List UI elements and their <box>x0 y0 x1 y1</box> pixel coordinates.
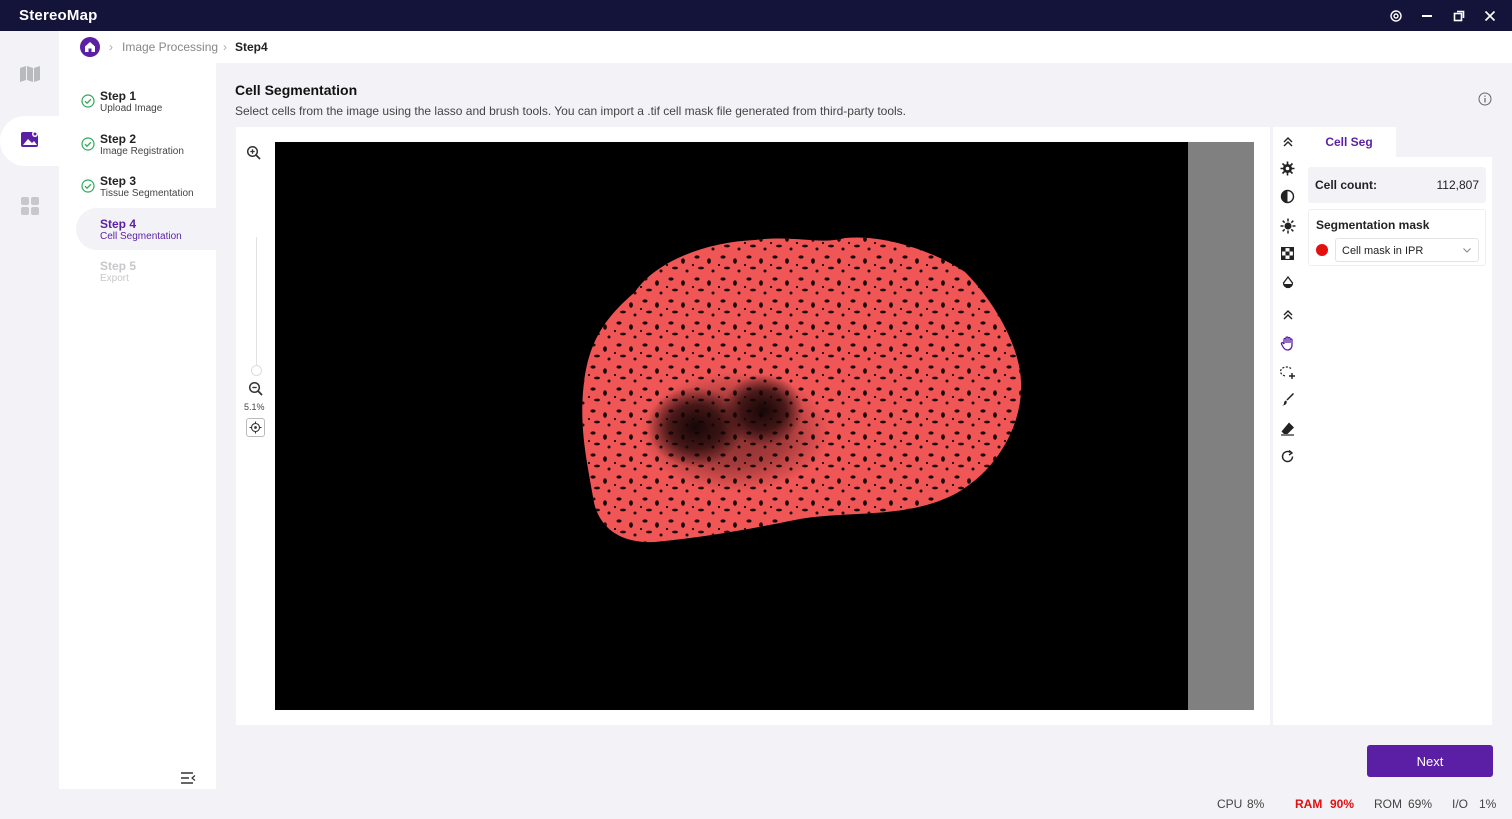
checkerboard-icon[interactable] <box>1278 244 1297 263</box>
chevron-down-icon <box>1463 248 1471 253</box>
mask-select-value: Cell mask in IPR <box>1342 245 1424 257</box>
breadcrumb-image-processing[interactable]: Image Processing <box>122 40 218 54</box>
main-content: Cell Segmentation Select cells from the … <box>216 63 1512 789</box>
home-button[interactable] <box>80 37 100 57</box>
chevron-right-icon: › <box>109 40 113 54</box>
step-navigation: Step 1 Upload Image Step 2 Image Registr… <box>59 63 216 789</box>
step-desc: Image Registration <box>100 146 184 157</box>
app-title: StereoMap <box>19 7 98 24</box>
status-bar: CPU 8% RAM 90% ROM 69% I/O 1% <box>59 789 1512 819</box>
cpu-value: 8% <box>1247 797 1265 811</box>
chevron-right-icon: › <box>223 40 227 54</box>
check-circle-icon <box>81 94 95 108</box>
breadcrumb-current: Step4 <box>235 40 268 54</box>
zoom-out-icon[interactable] <box>248 381 264 402</box>
gear-icon[interactable] <box>1278 159 1297 178</box>
cell-count-box: Cell count: 112,807 <box>1308 167 1486 203</box>
step-item-3[interactable]: Step 3 Tissue Segmentation <box>76 165 216 207</box>
rail-item-image-processing[interactable] <box>0 116 59 166</box>
settings-icon[interactable] <box>1386 6 1406 26</box>
color-drop-icon[interactable] <box>1278 273 1297 292</box>
rom-label: ROM <box>1374 797 1402 811</box>
segmentation-mask-box: Segmentation mask Cell mask in IPR <box>1308 209 1486 266</box>
cell-count-value: 112,807 <box>1436 178 1480 192</box>
rail-item-apps[interactable] <box>0 183 59 233</box>
page-title: Cell Segmentation <box>235 82 358 98</box>
crosshair-icon <box>249 421 262 434</box>
fit-to-view-button[interactable] <box>246 418 265 437</box>
step-item-5: Step 5 Export <box>76 250 216 292</box>
step-desc: Tissue Segmentation <box>100 188 194 199</box>
step-title: Step 3 <box>100 174 137 188</box>
home-icon <box>85 42 95 52</box>
page-description: Select cells from the image using the la… <box>235 104 906 118</box>
brush-icon[interactable] <box>1278 390 1297 409</box>
step-title: Step 4 <box>100 217 137 231</box>
mask-select[interactable]: Cell mask in IPR <box>1335 238 1479 262</box>
step-desc: Export <box>100 273 129 284</box>
close-icon[interactable] <box>1480 6 1500 26</box>
image-viewer[interactable] <box>275 142 1254 710</box>
lasso-add-icon[interactable] <box>1278 362 1297 381</box>
step-title: Step 2 <box>100 132 137 146</box>
hand-pan-icon[interactable] <box>1278 333 1297 352</box>
check-circle-icon <box>81 179 95 193</box>
brightness-icon[interactable] <box>1278 216 1297 235</box>
zoom-slider-handle[interactable] <box>251 365 262 376</box>
rail-item-map[interactable] <box>0 51 59 101</box>
contrast-icon[interactable] <box>1278 187 1297 206</box>
minimize-icon[interactable] <box>1417 6 1437 26</box>
image-processing-icon <box>20 129 40 154</box>
next-button[interactable]: Next <box>1367 745 1493 777</box>
tab-cell-seg[interactable]: Cell Seg <box>1302 127 1396 157</box>
collapse-up-icon[interactable] <box>1278 305 1297 324</box>
step-item-1[interactable]: Step 1 Upload Image <box>76 80 216 122</box>
step-title: Step 5 <box>100 259 137 273</box>
eraser-icon[interactable] <box>1278 419 1297 438</box>
cell-seg-panel: Cell Seg Cell count: 112,807 Segmentatio… <box>1302 127 1492 725</box>
check-circle-icon <box>81 137 95 151</box>
cpu-label: CPU <box>1217 797 1243 811</box>
ram-value: 90% <box>1330 797 1355 811</box>
title-bar: StereoMap <box>0 0 1512 31</box>
restore-icon[interactable] <box>1449 6 1469 26</box>
segmentation-mask-label: Segmentation mask <box>1316 218 1430 232</box>
redo-icon[interactable] <box>1278 447 1297 466</box>
zoom-percentage: 5.1% <box>244 402 265 412</box>
io-label: I/O <box>1452 797 1469 811</box>
step-item-4[interactable]: Step 4 Cell Segmentation <box>76 208 216 250</box>
panel-tabs: Cell Seg <box>1302 127 1492 157</box>
rom-value: 69% <box>1408 797 1433 811</box>
collapse-up-icon[interactable] <box>1278 132 1297 151</box>
apps-grid-icon <box>20 196 40 221</box>
collapse-menu-icon[interactable] <box>179 769 197 787</box>
zoom-in-icon[interactable] <box>246 145 262 166</box>
step-title: Step 1 <box>100 89 137 103</box>
step-desc: Cell Segmentation <box>100 231 182 242</box>
breadcrumb: › Image Processing › Step4 <box>59 31 1512 63</box>
tool-strip <box>1273 127 1302 725</box>
app-rail <box>0 31 59 819</box>
canvas-overflow-area <box>1188 142 1254 710</box>
map-icon <box>19 65 41 88</box>
cell-count-label: Cell count: <box>1315 178 1377 192</box>
step-item-2[interactable]: Step 2 Image Registration <box>76 123 216 165</box>
tissue-image <box>582 237 1022 543</box>
zoom-slider[interactable] <box>256 237 257 372</box>
canvas-card: 5.1% <box>236 127 1270 725</box>
io-value: 1% <box>1479 797 1497 811</box>
mask-color-swatch[interactable] <box>1316 244 1328 256</box>
step-desc: Upload Image <box>100 103 163 114</box>
ram-label: RAM <box>1295 797 1323 811</box>
help-icon[interactable] <box>1478 92 1492 106</box>
